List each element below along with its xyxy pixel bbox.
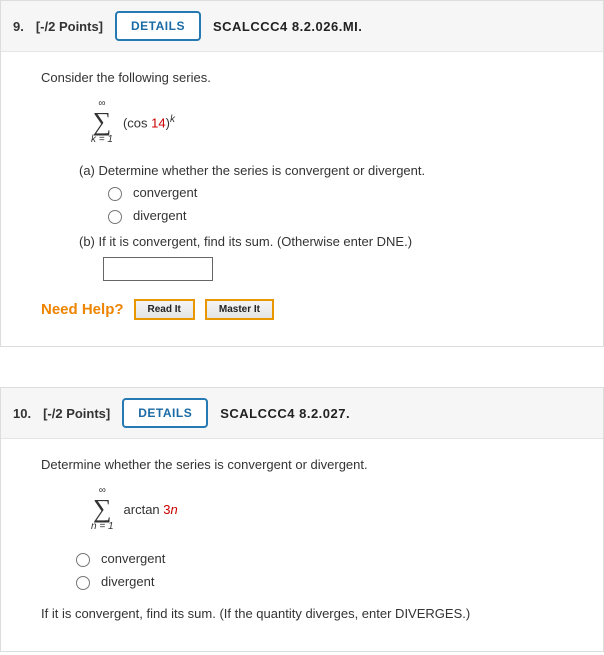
reference-code: SCALCCC4 8.2.027. bbox=[220, 406, 350, 421]
sigma-lower: n = 1 bbox=[91, 522, 114, 532]
question-10: 10. [-/2 Points] DETAILS SCALCCC4 8.2.02… bbox=[0, 387, 604, 652]
radio-label: convergent bbox=[101, 551, 165, 566]
question-9: 9. [-/2 Points] DETAILS SCALCCC4 8.2.026… bbox=[0, 0, 604, 347]
question-number: 9. bbox=[13, 19, 24, 34]
help-row: Need Help? Read It Master It bbox=[41, 299, 575, 320]
details-button[interactable]: DETAILS bbox=[122, 398, 208, 428]
question-header: 10. [-/2 Points] DETAILS SCALCCC4 8.2.02… bbox=[1, 388, 603, 439]
term-prefix: (cos bbox=[123, 115, 151, 130]
term-exponent: k bbox=[170, 114, 175, 125]
part-b-text: (b) If it is convergent, find its sum. (… bbox=[79, 234, 575, 249]
option-convergent[interactable]: convergent bbox=[71, 550, 575, 567]
details-button[interactable]: DETAILS bbox=[115, 11, 201, 41]
sigma-lower: k = 1 bbox=[91, 135, 113, 145]
prompt-text: Determine whether the series is converge… bbox=[41, 457, 575, 472]
sigma-icon: ∞ ∑ k = 1 bbox=[91, 99, 113, 145]
term-number: 3 bbox=[163, 502, 170, 517]
radio-convergent[interactable] bbox=[76, 553, 90, 567]
radio-label: divergent bbox=[101, 574, 154, 589]
question-body: Consider the following series. ∞ ∑ k = 1… bbox=[1, 52, 603, 346]
read-it-button[interactable]: Read It bbox=[134, 299, 195, 320]
term-number: 14 bbox=[151, 115, 165, 130]
points-label: [-/2 Points] bbox=[43, 406, 110, 421]
radio-divergent[interactable] bbox=[108, 210, 122, 224]
radio-label: convergent bbox=[133, 185, 197, 200]
sum-input[interactable] bbox=[103, 257, 213, 281]
question-header: 9. [-/2 Points] DETAILS SCALCCC4 8.2.026… bbox=[1, 1, 603, 52]
followup-text: If it is convergent, find its sum. (If t… bbox=[41, 606, 575, 621]
sigma-icon: ∞ ∑ n = 1 bbox=[91, 486, 114, 532]
need-help-label: Need Help? bbox=[41, 301, 124, 318]
series-term: (cos 14)k bbox=[123, 114, 175, 130]
series-expression: ∞ ∑ k = 1 (cos 14)k bbox=[91, 99, 575, 145]
radio-divergent[interactable] bbox=[76, 576, 90, 590]
option-divergent[interactable]: divergent bbox=[103, 207, 575, 224]
radio-convergent[interactable] bbox=[108, 187, 122, 201]
option-convergent[interactable]: convergent bbox=[103, 184, 575, 201]
series-term: arctan 3n bbox=[124, 502, 178, 517]
prompt-text: Consider the following series. bbox=[41, 70, 575, 85]
part-a-text: (a) Determine whether the series is conv… bbox=[79, 163, 575, 178]
reference-code: SCALCCC4 8.2.026.MI. bbox=[213, 19, 362, 34]
sigma-symbol: ∑ bbox=[93, 496, 112, 522]
master-it-button[interactable]: Master It bbox=[205, 299, 274, 320]
sigma-symbol: ∑ bbox=[93, 109, 112, 135]
question-number: 10. bbox=[13, 406, 31, 421]
series-expression: ∞ ∑ n = 1 arctan 3n bbox=[91, 486, 575, 532]
term-variable: n bbox=[171, 502, 178, 517]
term-prefix: arctan bbox=[124, 502, 164, 517]
radio-label: divergent bbox=[133, 208, 186, 223]
option-divergent[interactable]: divergent bbox=[71, 573, 575, 590]
question-body: Determine whether the series is converge… bbox=[1, 439, 603, 651]
points-label: [-/2 Points] bbox=[36, 19, 103, 34]
